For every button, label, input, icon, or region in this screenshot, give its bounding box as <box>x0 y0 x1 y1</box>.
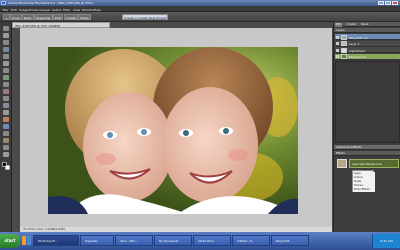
zoom-tool-icon[interactable] <box>3 33 9 38</box>
taskbar-item[interactable]: Inbox - Micr... <box>115 235 153 246</box>
redo-button[interactable]: Redo <box>22 14 34 20</box>
share-mode-button[interactable]: Share <box>78 14 91 20</box>
shortcuts-bar: + Undo Redo Organizer Edit Create Share … <box>0 12 400 22</box>
layers-empty-area <box>335 61 400 143</box>
layers-panel-header[interactable]: Layers <box>334 28 400 33</box>
magic-wand-tool-icon[interactable] <box>3 68 9 73</box>
hand-tool-icon[interactable] <box>3 40 9 45</box>
layer-name: Adjustment <box>349 48 366 53</box>
menu-help[interactable]: Help <box>94 8 101 12</box>
clone-stamp-tool-icon[interactable] <box>3 103 9 108</box>
sponge-tool-icon[interactable] <box>3 152 9 157</box>
eye-icon[interactable] <box>336 42 339 45</box>
layer-style-selected[interactable]: Layer Style Backgrounds <box>349 159 399 168</box>
healing-brush-tool-icon[interactable] <box>3 96 9 101</box>
taskbar-item[interactable]: Organizer <box>80 235 114 246</box>
quicklaunch-browser-icon[interactable] <box>22 236 26 245</box>
type-tool-icon[interactable] <box>3 75 9 80</box>
create-mode-button[interactable]: Create <box>64 14 78 20</box>
clock: 9:41 AM <box>380 239 393 243</box>
menu-file[interactable]: File <box>3 8 8 12</box>
minimize-button[interactable] <box>378 1 384 5</box>
crop-tool-icon[interactable] <box>3 82 9 87</box>
mode-tabs: Edit Create Share <box>334 22 400 27</box>
effect-thumbnail[interactable] <box>337 159 347 168</box>
red-eye-tool-icon[interactable] <box>3 89 9 94</box>
layer-thumbnail <box>341 34 347 40</box>
effects-subheader[interactable]: Effects <box>334 151 400 156</box>
menu-edit[interactable]: Edit <box>11 8 17 12</box>
effects-subheader-label: Effects <box>336 151 345 155</box>
blur-tool-icon[interactable] <box>3 145 9 150</box>
maximize-button[interactable] <box>385 1 391 5</box>
taskbar-item[interactable]: My Documents <box>154 235 192 246</box>
organizer-button[interactable]: Organizer <box>34 14 53 20</box>
taskbar-item[interactable]: Blog Draft... <box>271 235 309 246</box>
document-tab[interactable]: IMG_4183.JPG @ 33% (RGB/8) <box>12 22 110 28</box>
eye-icon[interactable] <box>336 35 339 39</box>
lasso-tool-icon[interactable] <box>3 61 9 66</box>
background-color-swatch[interactable] <box>5 165 10 170</box>
paint-bucket-tool-icon[interactable] <box>3 124 9 129</box>
menu-image[interactable]: Image <box>19 8 28 12</box>
panel-bin: Edit Create Share Layers IMG_4183 (2) La… <box>333 22 400 232</box>
app-icon <box>1 1 6 5</box>
effects-panel-header[interactable]: Artwork and Effects <box>334 145 400 150</box>
toolbox <box>0 22 12 232</box>
menu-window[interactable]: Window <box>82 8 94 12</box>
tab-share[interactable]: Share <box>360 23 370 27</box>
new-button[interactable]: + <box>3 14 10 20</box>
layer-row[interactable]: Adjustment <box>335 47 400 53</box>
menu-select[interactable]: Select <box>52 8 61 12</box>
menu-layer[interactable]: Layer <box>42 8 50 12</box>
layer-thumbnail <box>341 47 347 53</box>
eyedropper-tool-icon[interactable] <box>3 47 9 52</box>
window-title: Adobe Photoshop Elements 6.0 - [IMG_4183… <box>8 1 93 5</box>
eye-icon[interactable] <box>336 55 339 58</box>
effects-header-label: Artwork and Effects <box>336 145 362 149</box>
layer-row[interactable]: Background <box>335 53 400 60</box>
photo-canvas[interactable] <box>48 47 298 214</box>
layers-header-label: Layers <box>336 28 345 32</box>
tab-edit[interactable]: Edit <box>335 22 343 27</box>
menu-filter[interactable]: Filter <box>63 8 70 12</box>
menu-view[interactable]: View <box>73 8 80 12</box>
move-tool-icon[interactable] <box>3 26 9 31</box>
layer-row[interactable]: Layer 1 <box>335 40 400 47</box>
quicklaunch-desktop-icon[interactable] <box>27 236 31 245</box>
create-new-project-button[interactable]: Create a Create New Project <box>122 14 169 20</box>
layer-thumbnail <box>341 41 347 46</box>
layer-name: Background <box>349 55 366 59</box>
taskbar-item[interactable]: Untitled - P... <box>232 235 270 246</box>
start-button[interactable]: start <box>0 234 20 248</box>
taskbar: start Photoshop El... Organizer Inbox - … <box>0 232 400 250</box>
tab-create[interactable]: Create <box>346 23 357 27</box>
layer-thumbnail <box>341 54 347 59</box>
layer-name: IMG_4183 (2) <box>349 35 368 40</box>
taskbar-item[interactable]: Adobe Phot... <box>193 235 231 246</box>
edit-mode-button[interactable]: Edit <box>53 14 63 20</box>
eye-icon[interactable] <box>336 48 339 52</box>
layer-row[interactable]: IMG_4183 (2) <box>335 34 400 40</box>
marquee-tool-icon[interactable] <box>3 54 9 59</box>
layer-name: Layer 1 <box>349 42 360 46</box>
photo-image <box>48 47 298 214</box>
taskbar-item[interactable]: Photoshop El... <box>33 235 79 246</box>
menu-enhance[interactable]: Enhance <box>29 8 42 12</box>
shape-tool-icon[interactable] <box>3 138 9 143</box>
menu-item[interactable]: Photo Effects <box>353 188 375 192</box>
gradient-tool-icon[interactable] <box>3 131 9 136</box>
system-tray: 9:41 AM <box>372 234 400 248</box>
close-button[interactable] <box>392 1 398 5</box>
style-label: Layer Style Backgrounds <box>352 163 382 166</box>
undo-button[interactable]: Undo <box>10 14 22 20</box>
eraser-tool-icon[interactable] <box>3 110 9 115</box>
effects-dropdown-menu: Apply Actions Styles Frames Photo Effect… <box>352 170 375 192</box>
brush-tool-icon[interactable] <box>3 117 9 122</box>
